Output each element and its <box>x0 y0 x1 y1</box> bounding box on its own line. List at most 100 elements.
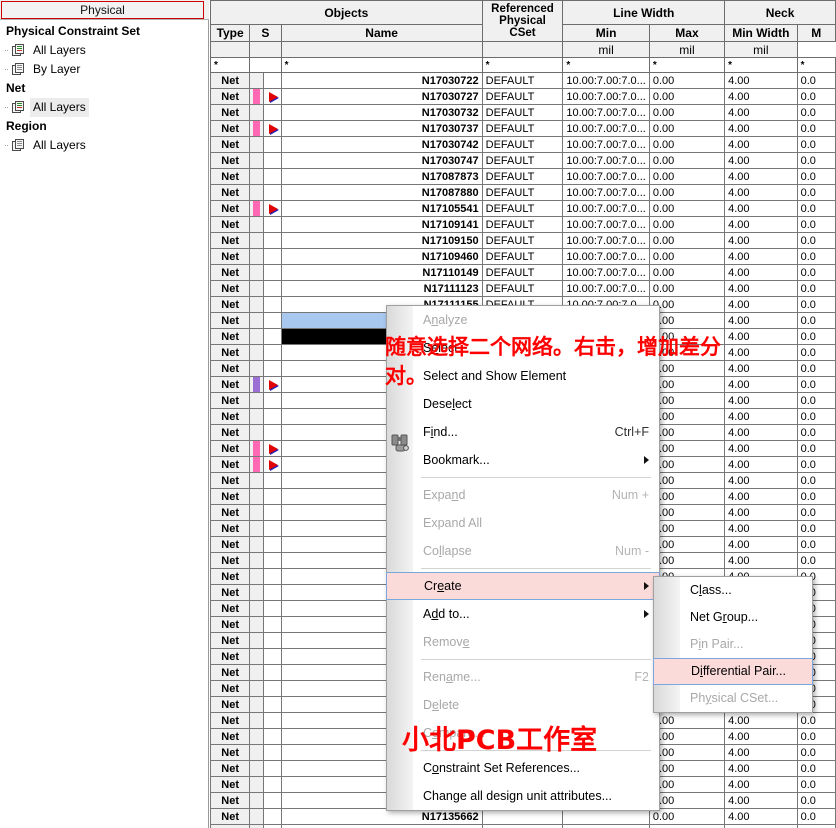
filter-max[interactable]: * <box>648 57 726 73</box>
cell-neck-max[interactable]: 0.0 <box>796 520 836 537</box>
cell-type[interactable]: Net <box>210 696 251 713</box>
expand-triangle-icon[interactable] <box>268 459 278 470</box>
cell-type[interactable]: Net <box>210 776 251 793</box>
cell-type[interactable]: Net <box>210 296 251 313</box>
cell-color-swatch[interactable] <box>249 360 264 377</box>
cell-type[interactable]: Net <box>210 744 251 761</box>
cell-neck-max[interactable]: 0.0 <box>796 536 836 553</box>
cell-line-width-max[interactable]: 0.00 <box>648 424 726 441</box>
cell-type[interactable]: Net <box>210 424 251 441</box>
cell-referenced-cset[interactable]: DEFAULT <box>481 216 564 233</box>
cell-color-swatch[interactable] <box>249 552 264 569</box>
cell-type[interactable]: Net <box>210 824 251 828</box>
cell-line-width-max[interactable]: 0.00 <box>648 232 726 249</box>
cell-neck-max[interactable]: 0.0 <box>796 88 836 105</box>
cell-type[interactable]: Net <box>210 200 251 217</box>
cell-line-width-max[interactable]: 0.00 <box>648 360 726 377</box>
cell-color-swatch[interactable] <box>249 568 264 585</box>
filter-m[interactable]: * <box>796 57 836 73</box>
cell-neck-min-width[interactable]: 4.00 <box>724 88 798 105</box>
cell-type[interactable]: Net <box>210 616 251 633</box>
cell-line-width-max[interactable]: 0.00 <box>648 520 726 537</box>
cell-referenced-cset[interactable]: DEFAULT <box>481 248 564 265</box>
table-row[interactable]: Net N17030737 DEFAULT 10.00:7.00:7.0... 0.00… <box>210 120 836 137</box>
cell-color-swatch[interactable] <box>249 344 264 361</box>
cell-neck-max[interactable]: 0.0 <box>796 824 836 828</box>
header-min-width[interactable]: Min Width <box>724 24 798 42</box>
menu-item-change-all-design-unit-attributes[interactable]: Change all design unit attributes... <box>387 782 659 810</box>
cell-line-width-max[interactable]: 0.00 <box>648 248 726 265</box>
cell-color-swatch[interactable] <box>249 168 264 185</box>
cell-neck-max[interactable]: 0.0 <box>796 472 836 489</box>
filter-name[interactable]: * <box>280 57 483 73</box>
cell-neck-min-width[interactable]: 4.00 <box>724 728 798 745</box>
table-row[interactable]: Net N17030732 DEFAULT 10.00:7.00:7.0... 0.00… <box>210 104 836 121</box>
tree-node-all-layers[interactable]: ·· All Layers <box>0 98 208 117</box>
cell-net-name[interactable]: N17087880 <box>280 184 483 201</box>
cell-line-width-max[interactable]: 0.00 <box>648 456 726 473</box>
cell-referenced-cset[interactable]: DEFAULT <box>481 72 564 89</box>
menu-item-bookmark[interactable]: Bookmark... <box>387 446 659 474</box>
cell-neck-min-width[interactable]: 4.00 <box>724 488 798 505</box>
cell-line-width-min[interactable]: 10.00:7.00:7.0... <box>562 120 650 137</box>
cell-neck-min-width[interactable]: 4.00 <box>724 296 798 313</box>
cell-neck-max[interactable]: 0.0 <box>796 152 836 169</box>
cell-neck-max[interactable]: 0.0 <box>796 456 836 473</box>
table-row[interactable]: Net N17030722 DEFAULT 10.00:7.00:7.0... 0.00… <box>210 72 836 89</box>
cell-net-name[interactable]: N17030732 <box>280 104 483 121</box>
table-row[interactable]: NetN17135665DEFAULT10.00:7.00:7.0...0.00… <box>210 824 836 828</box>
cell-type[interactable]: Net <box>210 760 251 777</box>
cell-referenced-cset[interactable]: DEFAULT <box>481 232 564 249</box>
cell-referenced-cset[interactable]: DEFAULT <box>481 104 564 121</box>
cell-neck-max[interactable]: 0.0 <box>796 488 836 505</box>
cell-line-width-max[interactable]: 0.00 <box>648 280 726 297</box>
cell-neck-max[interactable]: 0.0 <box>796 408 836 425</box>
cell-line-width-min[interactable]: 10.00:7.00:7.0... <box>562 216 650 233</box>
header-max[interactable]: Max <box>648 24 726 42</box>
cell-color-swatch[interactable] <box>249 792 264 809</box>
cell-type[interactable]: Net <box>210 728 251 745</box>
cell-line-width-max[interactable]: 0.00 <box>648 216 726 233</box>
cell-type[interactable]: Net <box>210 328 251 345</box>
cell-line-width-max[interactable]: 0.00 <box>648 808 726 825</box>
cell-neck-min-width[interactable]: 4.00 <box>724 712 798 729</box>
cell-neck-max[interactable]: 0.0 <box>796 168 836 185</box>
cell-type[interactable]: Net <box>210 408 251 425</box>
cell-type[interactable]: Net <box>210 392 251 409</box>
cell-type[interactable]: Net <box>210 232 251 249</box>
filter-type[interactable]: * <box>210 57 251 73</box>
cell-neck-min-width[interactable]: 4.00 <box>724 536 798 553</box>
submenu-item-net-group[interactable]: Net Group... <box>654 604 812 631</box>
filter-cset[interactable]: * <box>481 57 564 73</box>
cell-type[interactable]: Net <box>210 152 251 169</box>
tree-node-by-layer[interactable]: ·· By Layer <box>0 60 208 79</box>
cell-type[interactable]: Net <box>210 472 251 489</box>
cell-neck-min-width[interactable]: 4.00 <box>724 552 798 569</box>
cell-color-swatch[interactable] <box>249 456 264 473</box>
table-row[interactable]: Net N17030727 DEFAULT 10.00:7.00:7.0... 0.00… <box>210 88 836 105</box>
cell-neck-max[interactable]: 0.0 <box>796 392 836 409</box>
cell-type[interactable]: Net <box>210 632 251 649</box>
cell-line-width-max[interactable]: 0.00 <box>648 824 726 828</box>
filter-min-width[interactable]: * <box>724 57 798 73</box>
cell-color-swatch[interactable] <box>249 504 264 521</box>
cell-color-swatch[interactable] <box>249 600 264 617</box>
cell-line-width-min[interactable]: 10.00:7.00:7.0... <box>562 88 650 105</box>
header-m[interactable]: M <box>796 24 836 42</box>
header-line-width[interactable]: Line Width <box>562 0 726 25</box>
cell-neck-max[interactable]: 0.0 <box>796 280 836 297</box>
cell-color-swatch[interactable] <box>249 664 264 681</box>
table-row[interactable]: Net N17105541 DEFAULT 10.00:7.00:7.0... 0.00… <box>210 200 836 217</box>
menu-item-constraint-set-references[interactable]: Constraint Set References... <box>387 754 659 782</box>
cell-type[interactable]: Net <box>210 376 251 393</box>
cell-color-swatch[interactable] <box>249 296 264 313</box>
cell-type[interactable]: Net <box>210 520 251 537</box>
cell-line-width-max[interactable]: 0.00 <box>648 792 726 809</box>
cell-neck-min-width[interactable]: 4.00 <box>724 776 798 793</box>
cell-line-width-max[interactable]: 0.00 <box>648 552 726 569</box>
cell-color-swatch[interactable] <box>249 488 264 505</box>
cell-neck-min-width[interactable]: 4.00 <box>724 808 798 825</box>
cell-net-name[interactable]: N17109141 <box>280 216 483 233</box>
table-row[interactable]: Net N17030747 DEFAULT 10.00:7.00:7.0... 0.00… <box>210 152 836 169</box>
cell-color-swatch[interactable] <box>249 632 264 649</box>
